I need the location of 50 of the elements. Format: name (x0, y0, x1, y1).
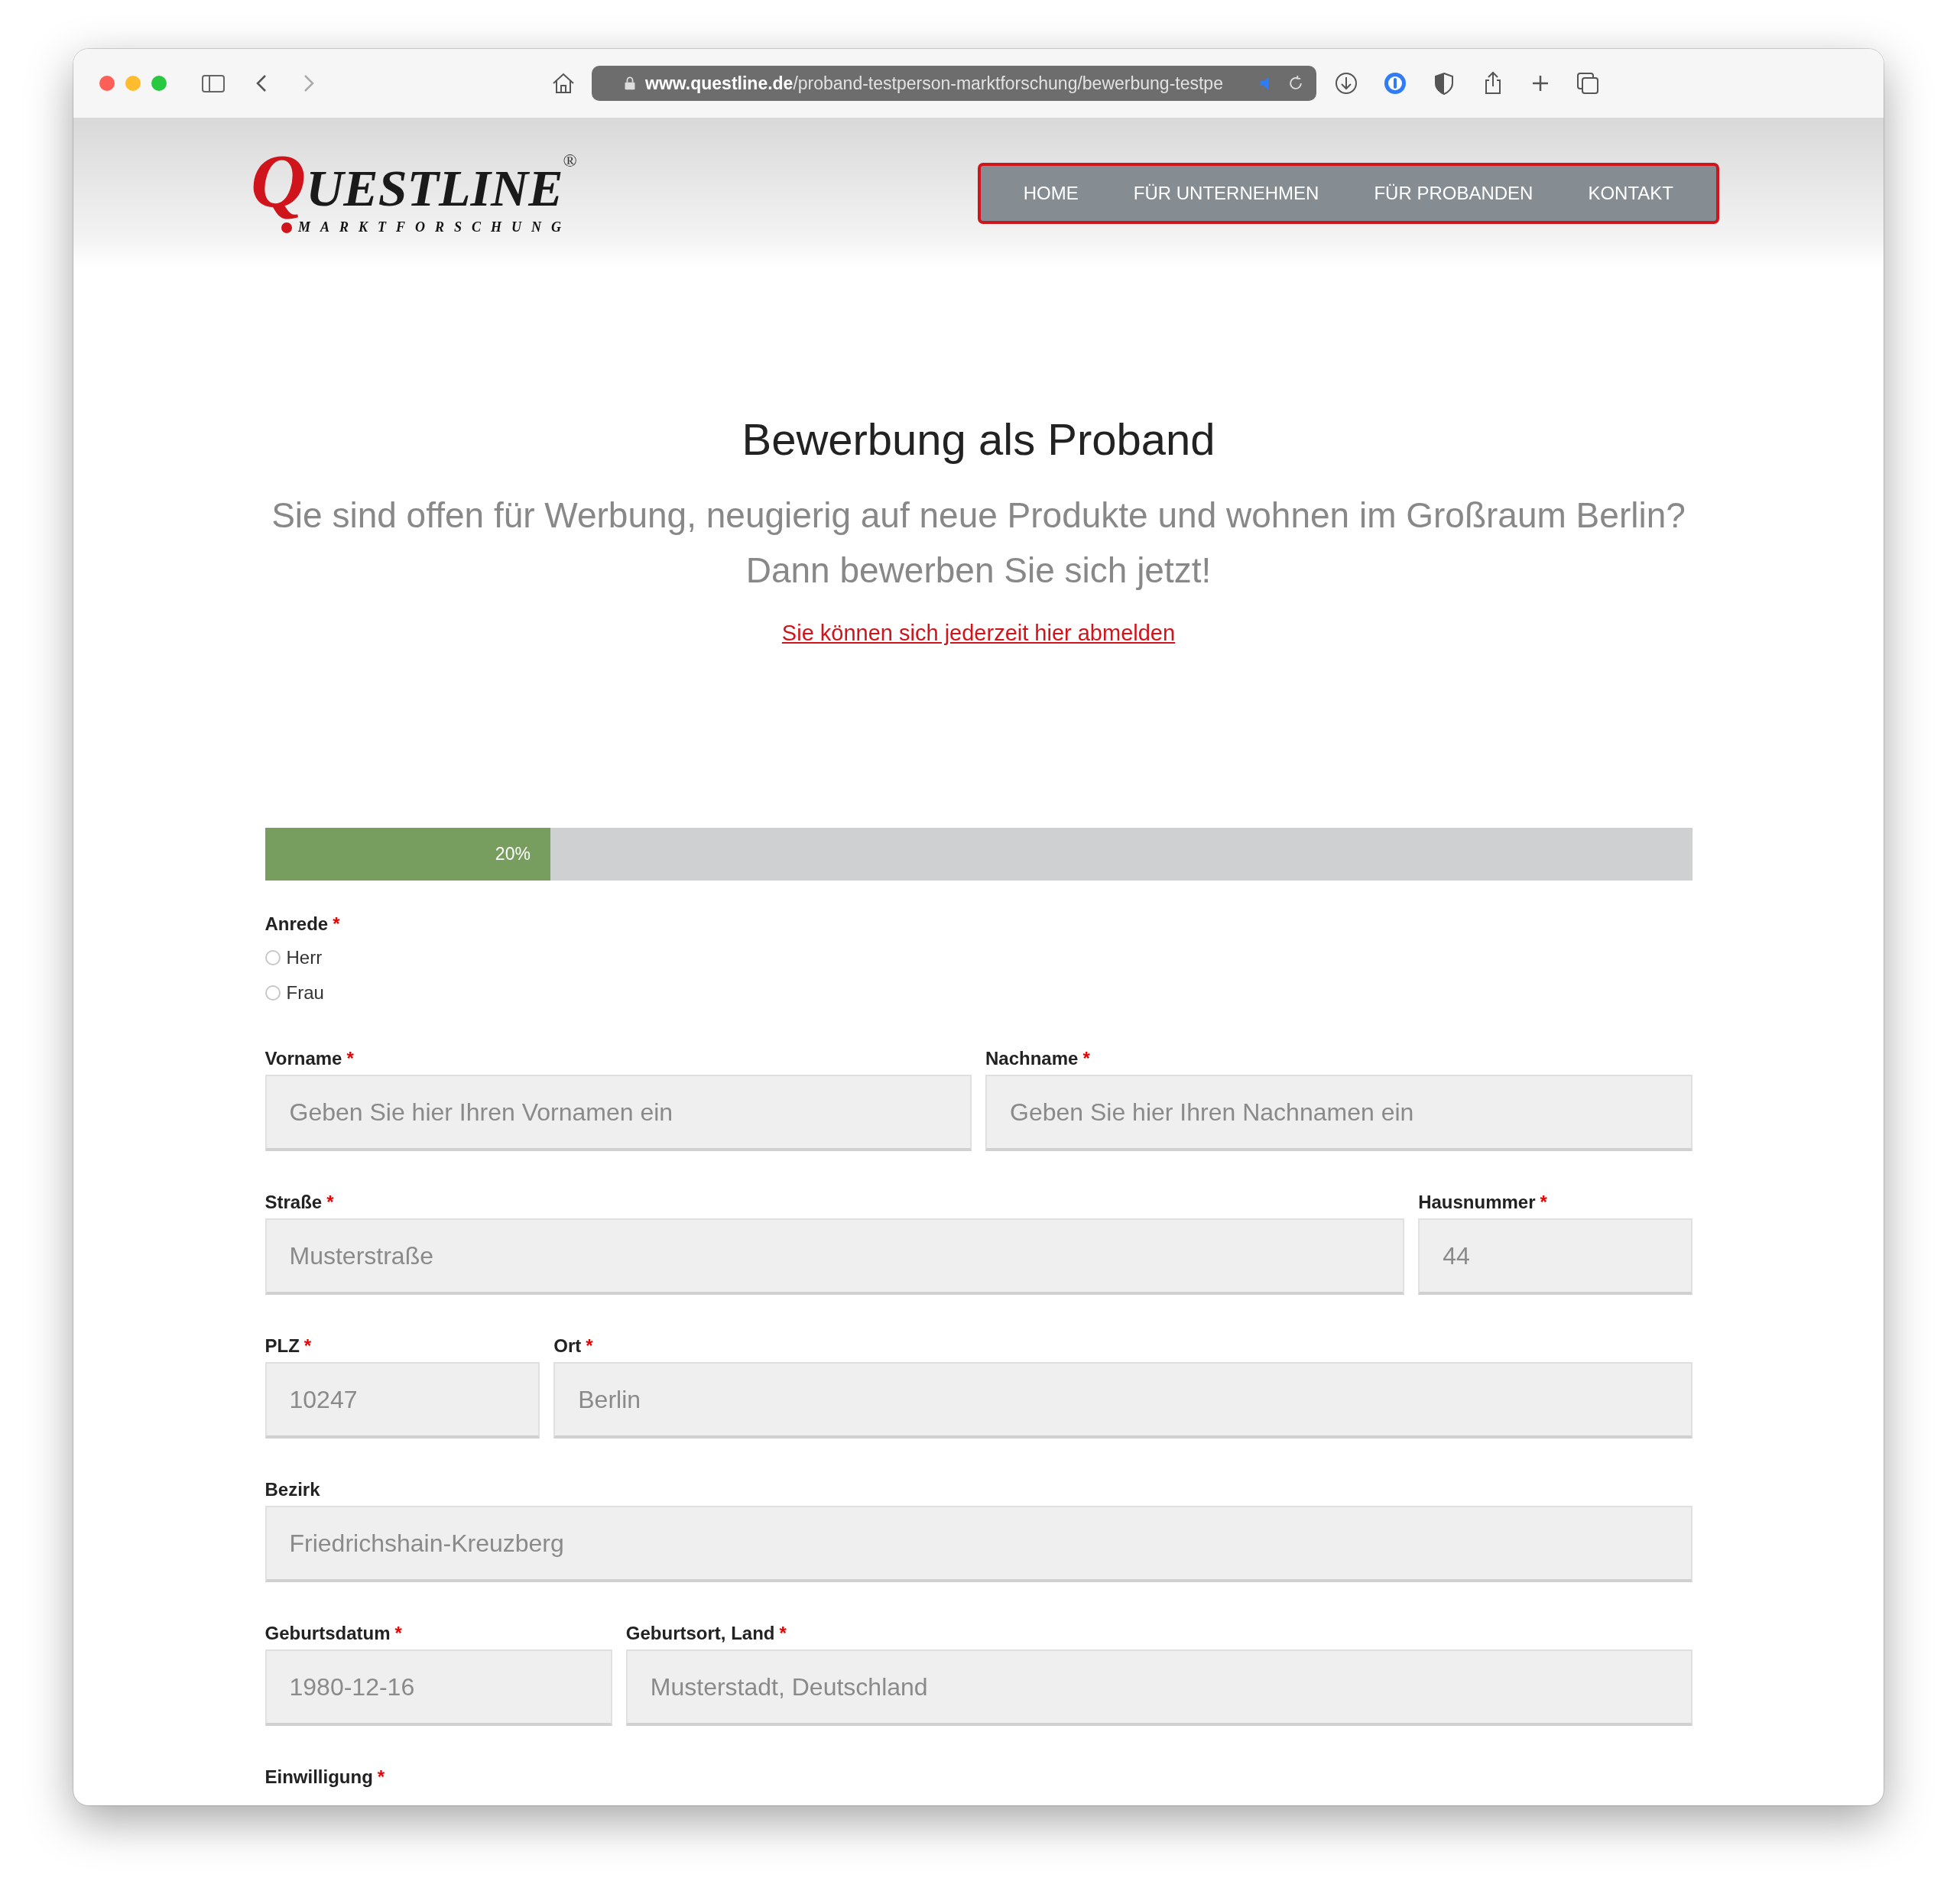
logo[interactable]: QUESTLINE® MARKTFORSCHUNG (251, 151, 577, 235)
progress-label: 20% (495, 844, 531, 864)
nav-link[interactable]: FÜR UNTERNEHMEN (1105, 182, 1347, 204)
download-icon[interactable] (1333, 70, 1359, 96)
field-label: Geburtsort, Land (625, 1622, 775, 1645)
required-mark: * (394, 1622, 402, 1645)
radio-label[interactable]: Frau (286, 982, 324, 1004)
nav-link[interactable]: KONTAKT (1560, 182, 1701, 204)
field-label: Vorname (265, 1047, 342, 1070)
required-mark: * (1540, 1191, 1547, 1214)
required-mark: * (346, 1047, 354, 1070)
required-mark: * (303, 1335, 312, 1357)
required-mark: * (333, 913, 340, 936)
url-text: www.questline.de/proband-testperson-marktforschung/bewerbung-testpe (645, 73, 1224, 94)
field-label: Bezirk (265, 1478, 320, 1501)
input-field[interactable]: Berlin (553, 1362, 1692, 1439)
required-mark: * (1082, 1047, 1090, 1070)
maximize-button[interactable] (151, 76, 167, 91)
input-field[interactable]: Geben Sie hier Ihren Vornamen ein (265, 1075, 972, 1151)
field-label: Einwilligung (265, 1766, 373, 1789)
required-mark: * (377, 1766, 385, 1789)
radio-button[interactable] (265, 985, 281, 1001)
field-label: Hausnummer (1418, 1191, 1536, 1214)
field-label: Anrede (265, 913, 329, 936)
field-label: Straße (265, 1191, 323, 1214)
unsubscribe-link[interactable]: Sie können sich jederzeit hier abmelden (781, 621, 1176, 646)
field-label: Ort (553, 1335, 582, 1357)
input-field[interactable]: 10247 (265, 1362, 540, 1439)
nav-link[interactable]: HOME (995, 182, 1106, 204)
required-mark: * (326, 1191, 334, 1214)
field-label: Geburtsdatum (265, 1622, 391, 1645)
password-icon[interactable] (1382, 70, 1408, 96)
page-title: Bewerbung als Proband (741, 414, 1216, 465)
input-field[interactable]: Musterstadt, Deutschland (625, 1649, 1692, 1726)
address-bar[interactable]: www.questline.de/proband-testperson-marktforschung/bewerbung-testpe (592, 66, 1316, 101)
field-label: PLZ (265, 1335, 300, 1357)
radio-button[interactable] (265, 950, 281, 965)
input-field[interactable]: 1980-12-16 (265, 1649, 612, 1726)
input-field[interactable]: Geben Sie hier Ihren Nachnamen ein (985, 1075, 1692, 1151)
nav-link[interactable]: FÜR PROBANDEN (1346, 182, 1561, 204)
input-field[interactable]: 44 (1418, 1218, 1692, 1295)
intro-text: Sie sind offen für Werbung, neugierig auf neue Produkte und wohnen im Großraum Berlin? Dann bewerben Sie sich jetzt! (271, 495, 1686, 592)
close-button[interactable] (99, 76, 115, 91)
input-field[interactable]: Musterstraße (265, 1218, 1405, 1295)
input-field[interactable]: Friedrichshain-Kreuzberg (265, 1506, 1692, 1582)
required-mark: * (779, 1622, 787, 1645)
tabs-icon[interactable] (1575, 70, 1601, 96)
required-mark: * (586, 1335, 593, 1357)
field-label: Nachname (985, 1047, 1079, 1070)
radio-label[interactable]: Herr (286, 947, 323, 968)
